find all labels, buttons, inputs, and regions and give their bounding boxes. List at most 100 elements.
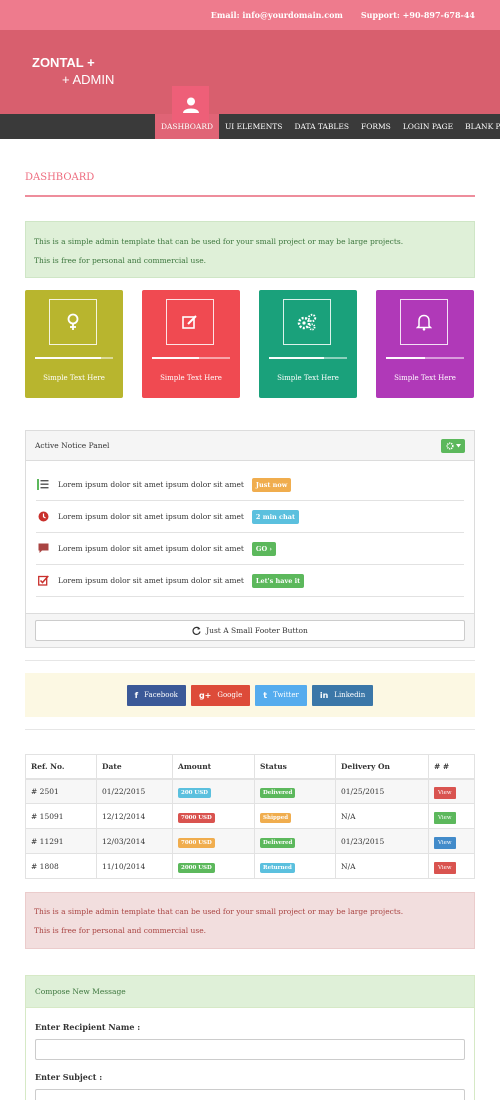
orders-table: Ref. No. Date Amount Status Delivery On … — [25, 754, 475, 879]
col-date: Date — [96, 754, 173, 780]
divider — [25, 729, 475, 730]
female-icon — [67, 313, 79, 330]
progress-fill — [386, 357, 425, 359]
amount-label: 2000 USD — [178, 862, 215, 873]
bell-icon — [416, 314, 432, 331]
view-button[interactable]: View — [434, 786, 456, 799]
tile-text: Simple Text Here — [277, 374, 339, 382]
status-badge: Delivered — [260, 837, 296, 848]
nav-data-tables[interactable]: DATA TABLES — [288, 114, 355, 139]
table-row: # 1808 11/10/2014 2000 USD Returned N/A … — [25, 853, 475, 879]
subject-input[interactable] — [35, 1089, 465, 1100]
user-icon — [182, 97, 199, 113]
amount-label: 7000 USD — [178, 837, 215, 848]
tile-text: Simple Text Here — [160, 374, 222, 382]
notice-panel-title: Active Notice Panel — [35, 441, 110, 450]
tile-text: Simple Text Here — [43, 374, 105, 382]
notice-badge[interactable]: GO › — [251, 541, 276, 556]
support-contact: Support: +90-897-678-44 — [360, 10, 475, 20]
table-row: # 15091 12/12/2014 7000 USD Shipped N/A … — [25, 803, 475, 829]
recipient-input[interactable] — [35, 1039, 465, 1060]
notice-badge: Just now — [251, 477, 292, 492]
email-contact: Email: info@yourdomain.com — [210, 10, 343, 20]
header-brand-bar: ZONTAL + + ADMIN — [0, 30, 500, 123]
tile-progress-bar — [386, 357, 464, 359]
danger-alert: This is a simple admin template that can… — [25, 892, 475, 949]
info-alert: This is a simple admin template that can… — [25, 221, 475, 278]
status-badge: Delivered — [260, 787, 296, 798]
page-title: DASHBOARD — [25, 139, 475, 197]
email-value[interactable]: info@yourdomain.com — [242, 10, 343, 20]
amount-label: 200 USD — [178, 787, 211, 798]
view-button[interactable]: View — [434, 861, 456, 874]
tile-text: Simple Text Here — [394, 374, 456, 382]
tile-bell[interactable]: Simple Text Here — [376, 290, 474, 398]
compose-panel: Compose New Message Enter Recipient Name… — [25, 975, 475, 1100]
col-amount: Amount — [172, 754, 255, 780]
notice-text: Lorem ipsum dolor sit amet ipsum dolor s… — [58, 544, 244, 553]
clock-icon — [38, 511, 48, 522]
tile-progress-bar — [152, 357, 230, 359]
nav-login-page[interactable]: LOGIN PAGE — [397, 114, 459, 139]
notice-item: Lorem ipsum dolor sit amet ipsum dolor s… — [36, 501, 464, 533]
panel-settings-button[interactable] — [441, 438, 465, 453]
status-badge: Shipped — [260, 812, 292, 823]
status-badge: Returned — [260, 862, 295, 873]
top-contact-bar: Email: info@yourdomain.com Support: +90-… — [0, 0, 500, 30]
nav-ui-elements[interactable]: UI ELEMENTS — [219, 114, 288, 139]
amount-label: 7000 USD — [178, 812, 215, 823]
linkedin-button[interactable]: in Linkedin — [311, 684, 374, 706]
brand-logo[interactable]: ZONTAL + + ADMIN — [32, 54, 114, 88]
notice-badge[interactable]: Let's have it — [251, 573, 305, 588]
col-delivery: Delivery On — [335, 754, 429, 780]
caret-down-icon — [455, 443, 461, 447]
recipient-label: Enter Recipient Name : — [35, 1022, 141, 1032]
stat-tiles: Simple Text Here Simple Text Here Simple… — [25, 290, 475, 398]
twitter-button[interactable]: t Twitter — [255, 684, 307, 706]
notice-item: Lorem ipsum dolor sit amet ipsum dolor s… — [36, 469, 464, 501]
main-content: DASHBOARD This is a simple admin templat… — [0, 139, 500, 1100]
checkbox-icon — [37, 575, 49, 586]
compose-title: Compose New Message — [26, 976, 474, 1008]
user-avatar[interactable] — [172, 86, 209, 123]
gears-icon — [297, 313, 317, 331]
col-actions: # # — [428, 754, 475, 780]
footer-button[interactable]: Just A Small Footer Button — [35, 620, 465, 641]
tile-female[interactable]: Simple Text Here — [25, 290, 123, 398]
main-navbar: DASHBOARD UI ELEMENTS DATA TABLES FORMS … — [0, 114, 500, 139]
col-status: Status — [254, 754, 336, 780]
divider — [25, 660, 475, 661]
progress-fill — [35, 357, 102, 359]
facebook-icon: f — [134, 690, 139, 700]
notice-text: Lorem ipsum dolor sit amet ipsum dolor s… — [58, 576, 244, 585]
view-button[interactable]: View — [434, 836, 456, 849]
notice-panel: Active Notice Panel Lorem ipsum dolor si… — [25, 430, 475, 648]
social-buttons-bar: f Facebook g+ Google t Twitter in Linked… — [25, 673, 475, 717]
google-plus-icon: g+ — [198, 690, 212, 700]
progress-fill — [269, 357, 324, 359]
table-row: # 2501 01/22/2015 200 USD Delivered 01/2… — [25, 778, 475, 804]
notice-item: Lorem ipsum dolor sit amet ipsum dolor s… — [36, 565, 464, 597]
list-icon — [37, 479, 49, 490]
table-row: # 11291 12/03/2014 7000 USD Delivered 01… — [25, 828, 475, 854]
view-button[interactable]: View — [434, 811, 456, 824]
google-button[interactable]: g+ Google — [190, 684, 251, 706]
subject-label: Enter Subject : — [35, 1072, 103, 1082]
tile-gears[interactable]: Simple Text Here — [259, 290, 357, 398]
twitter-icon: t — [263, 690, 268, 700]
tile-progress-bar — [269, 357, 347, 359]
support-phone: +90-897-678-44 — [402, 10, 475, 20]
col-ref: Ref. No. — [25, 754, 97, 780]
notice-item: Lorem ipsum dolor sit amet ipsum dolor s… — [36, 533, 464, 565]
refresh-icon — [192, 626, 201, 635]
edit-icon — [182, 315, 197, 329]
tile-edit[interactable]: Simple Text Here — [142, 290, 240, 398]
notice-text: Lorem ipsum dolor sit amet ipsum dolor s… — [58, 480, 244, 489]
linkedin-icon: in — [319, 690, 329, 700]
facebook-button[interactable]: f Facebook — [126, 684, 186, 706]
nav-blank-page[interactable]: BLANK PAGE — [459, 114, 500, 139]
progress-fill — [152, 357, 199, 359]
comment-icon — [38, 543, 48, 553]
nav-forms[interactable]: FORMS — [355, 114, 397, 139]
table-header-row: Ref. No. Date Amount Status Delivery On … — [25, 754, 475, 780]
